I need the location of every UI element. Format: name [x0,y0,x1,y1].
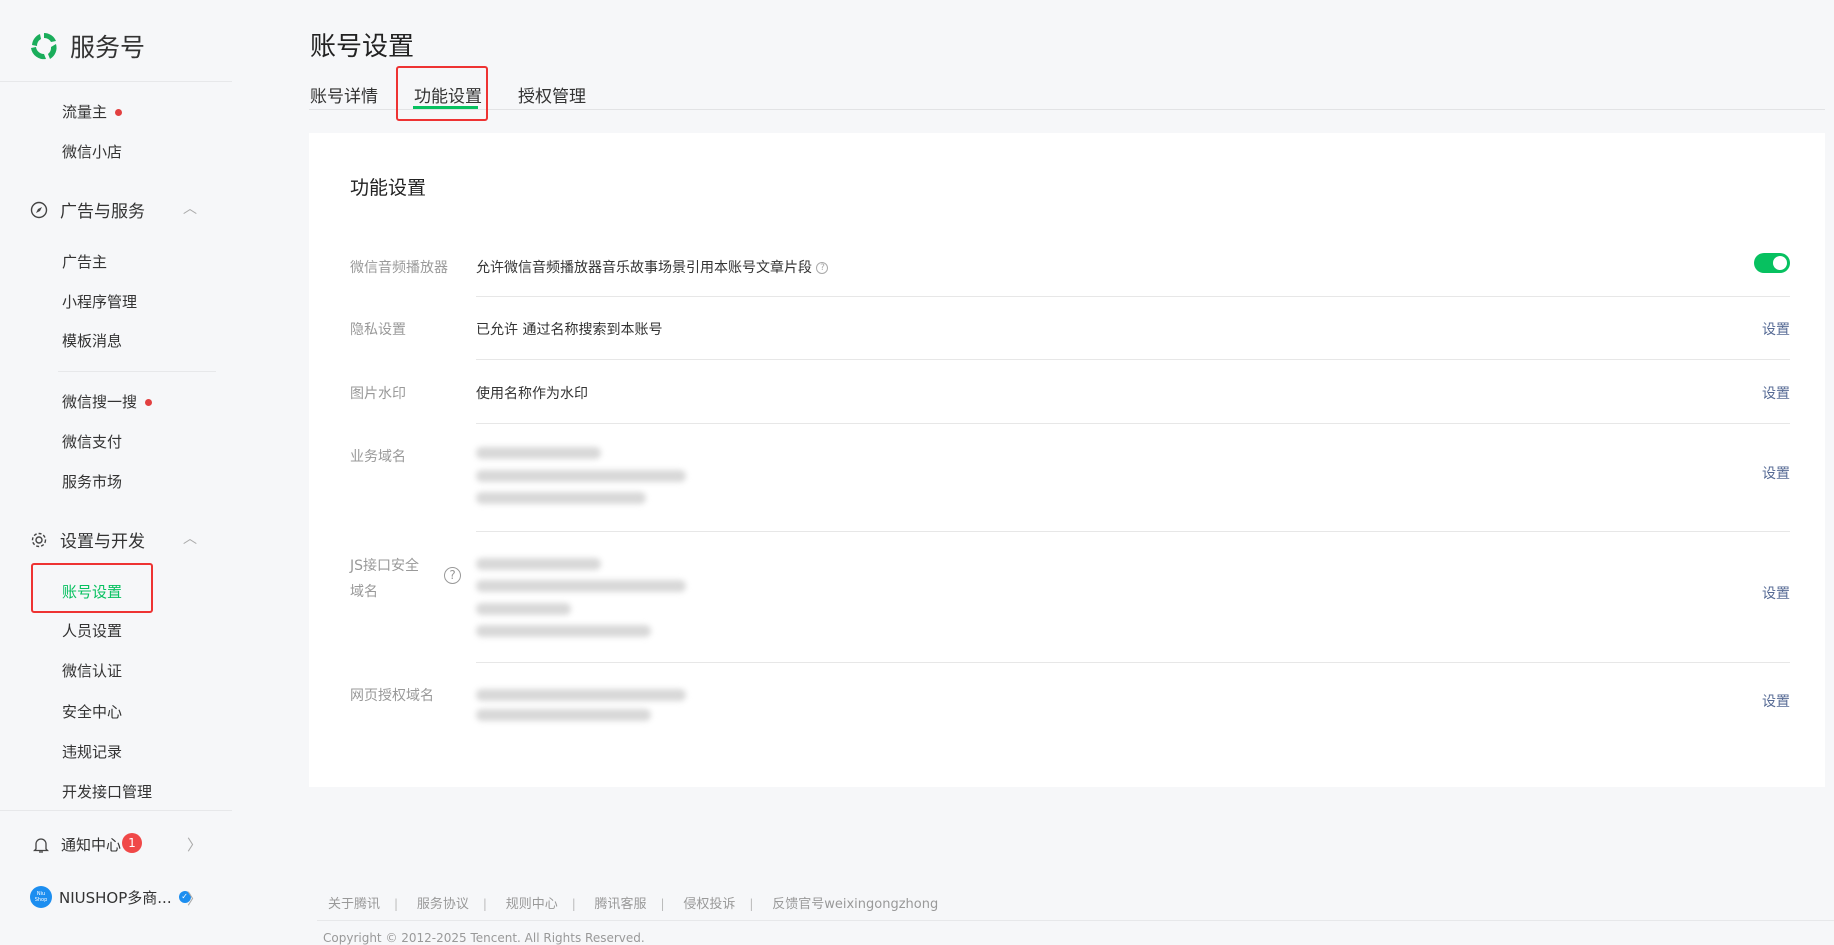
footer-divider [317,920,1834,921]
sidebar: 服务号 流量主 微信小店 广告与服务 ︿ 广告主 小程序管理 模板消息 微信搜一… [0,0,232,945]
tabs-divider [309,109,1825,110]
avatar: Niu Shop [30,886,52,908]
sidebar-item-wechat-search[interactable]: 微信搜一搜 [62,391,153,412]
help-icon[interactable]: ? [816,262,829,274]
value-text: 允许微信音频播放器音乐故事场景引用本账号文章片段 [476,260,812,276]
sidebar-item-template-message[interactable]: 模板消息 [62,330,122,351]
chevron-right-icon[interactable]: 〉 [187,834,202,855]
row-value: 使用名称作为水印 [476,386,588,402]
sidebar-item-security[interactable]: 安全中心 [62,701,122,722]
brand-logo[interactable]: 服务号 [28,28,145,64]
bell-icon [33,837,49,853]
card-title: 功能设置 [350,177,427,199]
group-label: 广告与服务 [60,202,145,222]
toggle-knob [1773,256,1787,270]
redacted-domain [476,447,601,459]
redacted-domain [476,558,601,570]
row-value: 允许微信音频播放器音乐故事场景引用本账号文章片段 ? [476,257,829,277]
row-label: 图片水印 [350,386,406,402]
account-name: NIUSHOP多商... [59,888,172,907]
divider [476,296,1790,297]
redacted-domain [476,580,686,592]
divider [0,81,232,82]
row-value: 已允许 通过名称搜索到本账号 [476,322,663,338]
redacted-domain [476,603,571,615]
footer-link-support[interactable]: 腾讯客服 [595,897,647,912]
sidebar-item-verification[interactable]: 微信认证 [62,660,122,681]
row-label: 网页授权域名 [350,688,434,704]
help-icon[interactable]: ? [444,567,461,584]
sidebar-group-ads[interactable]: 广告与服务 [30,197,145,222]
divider [476,359,1790,360]
label: 流量主 [62,103,108,121]
tab-authorization[interactable]: 授权管理 [518,82,586,107]
gear-icon [31,532,47,547]
js-domain-settings-link[interactable]: 设置 [1762,583,1790,603]
footer-links: 关于腾讯 | 服务协议 | 规则中心 | 腾讯客服 | 侵权投诉 | 反馈官号weixin… [328,897,939,912]
web-auth-domain-settings-link[interactable]: 设置 [1762,691,1790,711]
copyright: Copyright © 2012-2025 Tencent. All Right… [323,931,645,945]
settings-card: 功能设置 微信音频播放器 允许微信音频播放器音乐故事场景引用本账号文章片段 ? … [309,133,1825,787]
privacy-settings-link[interactable]: 设置 [1762,319,1790,339]
redacted-domain [476,709,651,721]
row-label: 业务域名 [350,449,406,465]
chevron-up-icon[interactable]: ︿ [183,528,197,548]
watermark-settings-link[interactable]: 设置 [1762,383,1790,403]
highlight-box [396,66,488,121]
highlight-box [31,563,153,613]
sidebar-item-violations[interactable]: 违规记录 [62,741,122,762]
sidebar-item-wechat-pay[interactable]: 微信支付 [62,431,122,452]
divider [476,662,1790,663]
notification-count-badge: 1 [122,833,142,853]
divider [58,371,216,372]
row-label: JS接口安全域名 [350,558,420,600]
service-account-logo-icon [31,33,57,60]
divider [476,531,1790,532]
chevron-up-icon[interactable]: ︿ [183,198,197,218]
footer-link-rules[interactable]: 规则中心 [506,897,558,912]
sidebar-group-settings[interactable]: 设置与开发 [30,527,145,552]
label: 通知中心 [61,836,122,854]
sidebar-item-dev-api[interactable]: 开发接口管理 [62,781,152,802]
row-label: 隐私设置 [350,322,406,338]
divider [476,423,1790,424]
redacted-domain [476,625,651,637]
redacted-domain [476,470,686,482]
row-label: 微信音频播放器 [350,260,448,276]
red-dot-badge [115,109,123,116]
brand-name: 服务号 [70,33,146,62]
chevron-right-icon[interactable]: 〉 [187,888,202,909]
sidebar-item-advertiser[interactable]: 广告主 [62,251,107,272]
footer-link-infringement[interactable]: 侵权投诉 [683,897,735,912]
notification-center[interactable]: 通知中心 [33,834,121,855]
label: 微信搜一搜 [62,393,138,411]
audio-player-toggle[interactable] [1754,253,1790,273]
sidebar-item-traffic-owner[interactable]: 流量主 [62,101,123,122]
sidebar-item-staff[interactable]: 人员设置 [62,620,122,641]
footer-link-feedback[interactable]: 反馈官号weixingongzhong [772,897,938,912]
group-label: 设置与开发 [60,532,145,552]
sidebar-item-miniprogram[interactable]: 小程序管理 [62,291,137,312]
footer-link-about[interactable]: 关于腾讯 [328,897,380,912]
redacted-domain [476,492,646,504]
account-switcher[interactable]: Niu Shop NIUSHOP多商... ✓ [30,886,191,908]
sidebar-item-wechat-shop[interactable]: 微信小店 [62,141,122,162]
redacted-domain [476,689,686,701]
business-domain-settings-link[interactable]: 设置 [1762,463,1790,483]
sidebar-item-service-market[interactable]: 服务市场 [62,471,122,492]
footer-link-agreement[interactable]: 服务协议 [417,897,469,912]
red-dot-badge [145,399,153,406]
compass-icon [30,201,48,218]
tab-account-details[interactable]: 账号详情 [310,82,378,107]
divider [0,810,232,811]
page-title: 账号设置 [310,32,415,62]
